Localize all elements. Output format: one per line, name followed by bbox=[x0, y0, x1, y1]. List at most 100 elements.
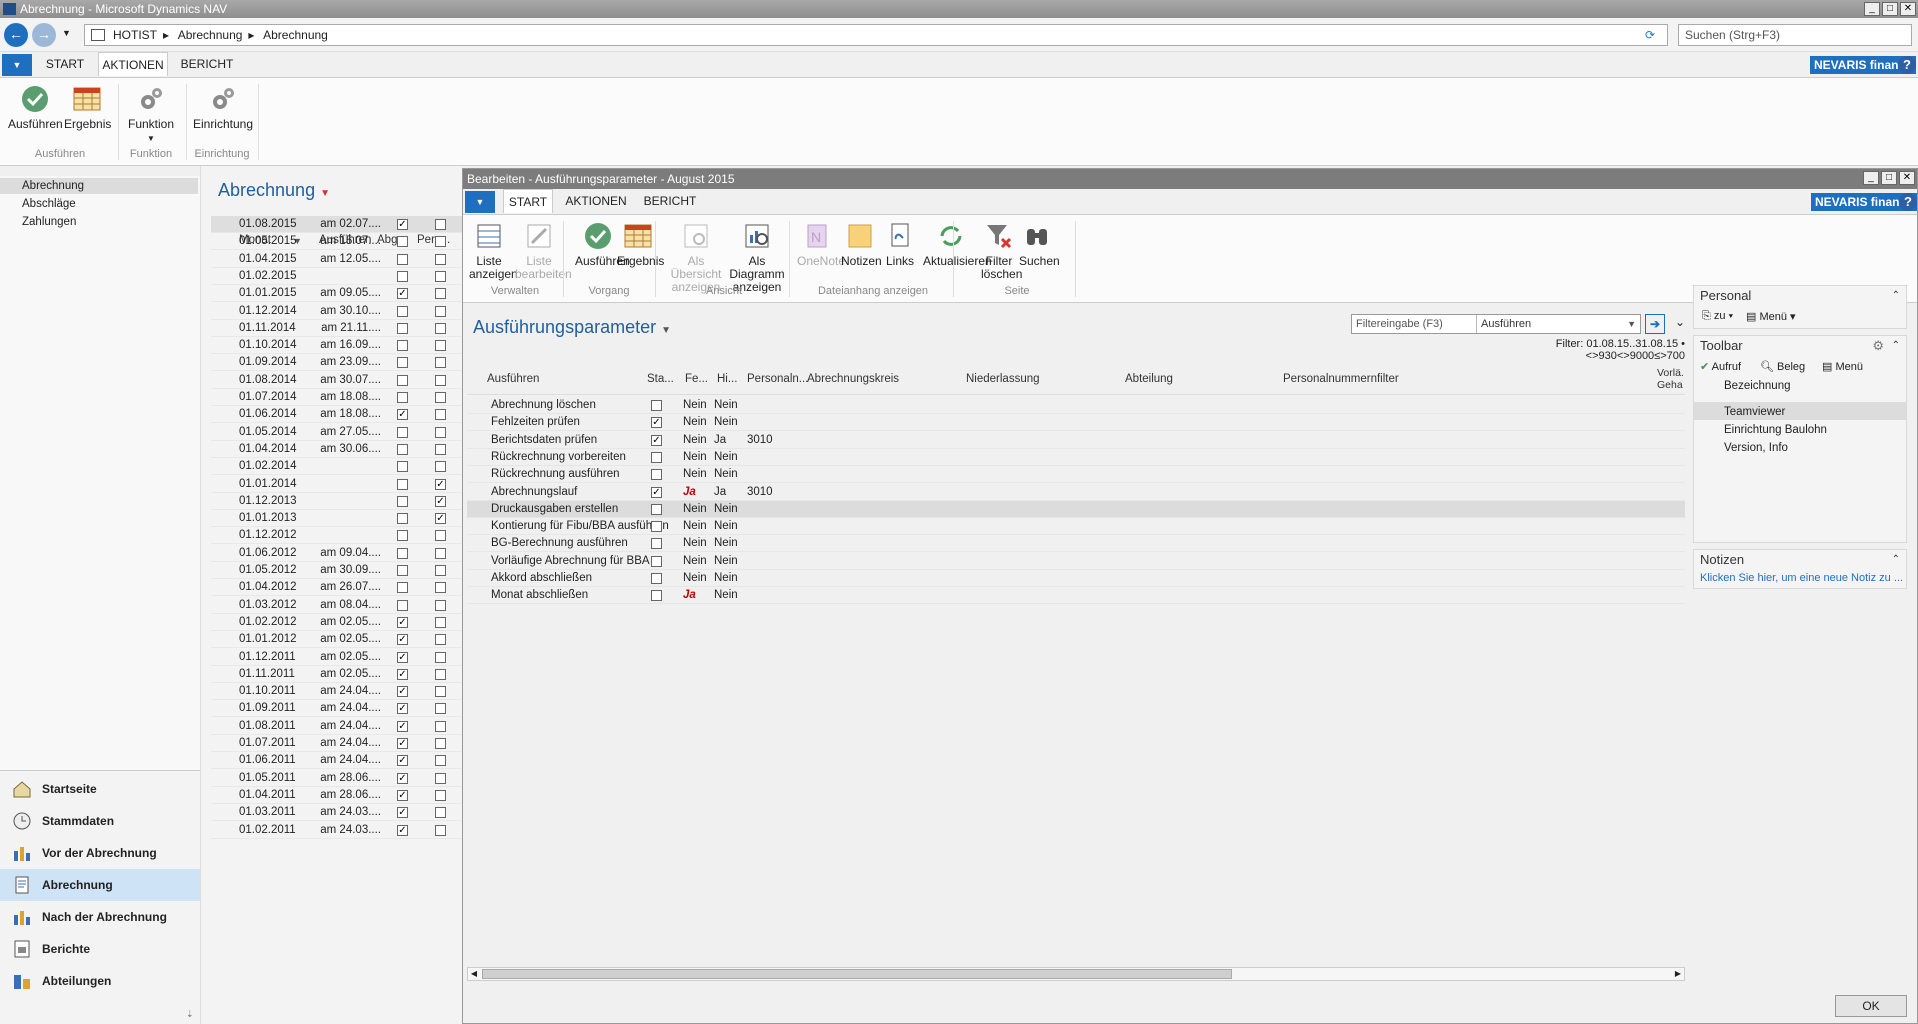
expand-nav-icon[interactable]: ⇣ bbox=[186, 1009, 194, 1020]
table-row[interactable]: 01.01.2014 ✓ bbox=[211, 476, 463, 493]
maximize-button[interactable]: □ bbox=[1881, 171, 1897, 185]
gears-icon[interactable]: ⚙ bbox=[1872, 336, 1884, 356]
column-header[interactable]: Fe... bbox=[685, 373, 708, 385]
personal-checkbox[interactable] bbox=[435, 253, 446, 265]
apply-filter-icon[interactable]: ➔ bbox=[1645, 314, 1665, 334]
table-row[interactable]: Vorläufige Abrechnung für BBA Nein Nein bbox=[467, 553, 1685, 570]
maximize-button[interactable]: □ bbox=[1882, 2, 1898, 16]
zu-button[interactable]: ⎘ zu ▾ bbox=[1702, 310, 1733, 323]
table-row[interactable]: 01.10.2014 am 16.09.... bbox=[211, 337, 463, 355]
table-row[interactable]: Rückrechnung ausführen Nein Nein bbox=[467, 466, 1685, 484]
table-row[interactable]: Abrechnung löschen Nein Nein bbox=[467, 397, 1685, 414]
abgeschlossen-checkbox[interactable]: ✓ bbox=[397, 720, 408, 732]
status-checkbox[interactable]: ✓ bbox=[651, 417, 662, 429]
aufruf-button[interactable]: ✔ Aufruf bbox=[1700, 360, 1741, 373]
table-row[interactable]: BG-Berechnung ausführen Nein Nein bbox=[467, 535, 1685, 553]
beleg-button[interactable]: 🔍︎ Beleg bbox=[1760, 360, 1805, 373]
abgeschlossen-checkbox[interactable]: ✓ bbox=[397, 668, 408, 680]
status-checkbox[interactable]: ✓ bbox=[651, 486, 662, 498]
tab-start[interactable]: START bbox=[40, 52, 90, 76]
personal-checkbox[interactable] bbox=[435, 634, 446, 646]
filter-input[interactable]: Filtereingabe (F3) Ausführen ▼ bbox=[1351, 314, 1641, 334]
status-checkbox[interactable] bbox=[651, 538, 662, 550]
table-row[interactable]: 01.08.2011 am 24.04.... ✓ bbox=[211, 718, 463, 735]
column-header[interactable]: Abteilung bbox=[1125, 373, 1173, 385]
scroll-right-icon[interactable]: ▶ bbox=[1672, 968, 1684, 980]
personal-checkbox[interactable] bbox=[435, 236, 446, 248]
collapse-filter-icon[interactable]: ⌄ bbox=[1675, 315, 1685, 329]
table-row[interactable]: Druckausgaben erstellen Nein Nein bbox=[467, 500, 1685, 518]
nav-abrechnung[interactable]: Abrechnung bbox=[0, 869, 200, 901]
search-input[interactable]: Suchen (Strg+F3) bbox=[1678, 24, 1912, 46]
table-row[interactable]: 01.08.2015 am 02.07.... ✓ bbox=[211, 216, 463, 233]
table-row[interactable]: 01.03.2012 am 08.04.... bbox=[211, 597, 463, 614]
table-row[interactable]: 01.12.2014 am 30.10.... bbox=[211, 303, 463, 320]
abgeschlossen-checkbox[interactable] bbox=[397, 582, 408, 594]
abgeschlossen-checkbox[interactable] bbox=[397, 478, 408, 490]
einrichtung-button[interactable]: Einrichtung bbox=[192, 84, 254, 131]
ergebnis-button[interactable]: Ergebnis bbox=[617, 221, 664, 268]
personal-checkbox[interactable] bbox=[435, 720, 446, 732]
abgeschlossen-checkbox[interactable]: ✓ bbox=[397, 772, 408, 784]
table-row[interactable]: 01.02.2014 bbox=[211, 458, 463, 476]
abgeschlossen-checkbox[interactable] bbox=[397, 340, 408, 352]
onenote-button[interactable]: N OneNote bbox=[797, 221, 845, 268]
back-icon[interactable]: ← bbox=[4, 23, 28, 47]
personal-checkbox[interactable] bbox=[435, 668, 446, 680]
status-checkbox[interactable]: ✓ bbox=[651, 434, 662, 446]
close-button[interactable]: ✕ bbox=[1900, 2, 1916, 16]
personal-checkbox[interactable] bbox=[435, 547, 446, 559]
column-header[interactable]: Hi... bbox=[717, 373, 737, 385]
personal-checkbox[interactable] bbox=[435, 616, 446, 628]
personal-checkbox[interactable] bbox=[435, 443, 446, 455]
abgeschlossen-checkbox[interactable] bbox=[397, 236, 408, 248]
abgeschlossen-checkbox[interactable]: ✓ bbox=[397, 686, 408, 698]
help-icon[interactable]: ? bbox=[1898, 56, 1916, 74]
table-row[interactable]: Monat abschließen Ja Nein bbox=[467, 587, 1685, 605]
scroll-thumb[interactable] bbox=[482, 969, 1232, 979]
table-row[interactable]: 01.12.2012 bbox=[211, 527, 463, 545]
ergebnis-button[interactable]: Ergebnis bbox=[64, 84, 111, 131]
funktion-button[interactable]: Funktion ▼ bbox=[126, 84, 176, 145]
tab-aktionen[interactable]: AKTIONEN bbox=[98, 52, 168, 76]
breadcrumb-item[interactable]: HOTIST bbox=[113, 28, 157, 42]
table-row[interactable]: Berichtsdaten prüfen ✓ Nein Ja 3010 bbox=[467, 432, 1685, 449]
refresh-icon[interactable]: ⟳ bbox=[1645, 25, 1655, 45]
abgeschlossen-checkbox[interactable] bbox=[397, 322, 408, 334]
personal-checkbox[interactable] bbox=[435, 686, 446, 698]
personal-checkbox[interactable] bbox=[435, 599, 446, 611]
personal-checkbox[interactable]: ✓ bbox=[435, 478, 446, 490]
table-row[interactable]: 01.06.2012 am 09.04.... bbox=[211, 545, 463, 562]
table-row[interactable]: 01.02.2011 am 24.03.... ✓ bbox=[211, 822, 463, 839]
abgeschlossen-checkbox[interactable] bbox=[397, 547, 408, 559]
table-row[interactable]: 01.12.2011 am 02.05.... ✓ bbox=[211, 649, 463, 666]
table-row[interactable]: 01.04.2012 am 26.07.... bbox=[211, 579, 463, 597]
personal-checkbox[interactable] bbox=[435, 582, 446, 594]
breadcrumb[interactable]: HOTIST ▸ Abrechnung ▸ Abrechnung ⟳ bbox=[84, 24, 1668, 46]
status-checkbox[interactable] bbox=[651, 521, 662, 533]
personal-checkbox[interactable] bbox=[435, 357, 446, 369]
status-checkbox[interactable] bbox=[651, 400, 662, 411]
close-button[interactable]: ✕ bbox=[1899, 171, 1915, 185]
personal-checkbox[interactable] bbox=[435, 392, 446, 403]
personal-checkbox[interactable] bbox=[435, 772, 446, 784]
status-checkbox[interactable] bbox=[651, 451, 662, 463]
notizen-button[interactable]: Notizen bbox=[841, 221, 882, 268]
nav-item-abrechnung[interactable]: Abrechnung bbox=[0, 178, 198, 194]
minimize-button[interactable]: _ bbox=[1864, 2, 1880, 16]
abgeschlossen-checkbox[interactable] bbox=[397, 357, 408, 369]
table-row[interactable]: 01.04.2015 am 12.05.... bbox=[211, 251, 463, 268]
abgeschlossen-checkbox[interactable] bbox=[397, 374, 408, 386]
table-row[interactable]: 01.04.2011 am 28.06.... ✓ bbox=[211, 787, 463, 804]
als-uebersicht-button[interactable]: Als Übersicht anzeigen bbox=[667, 221, 725, 294]
personal-checkbox[interactable] bbox=[435, 288, 446, 300]
collapse-icon[interactable]: ⌃ bbox=[1892, 550, 1900, 570]
breadcrumb-item[interactable]: Abrechnung bbox=[263, 28, 328, 42]
table-row[interactable]: 01.07.2014 am 18.08.... bbox=[211, 389, 463, 406]
abgeschlossen-checkbox[interactable]: ✓ bbox=[397, 219, 408, 230]
abgeschlossen-checkbox[interactable]: ✓ bbox=[397, 789, 408, 801]
personal-checkbox[interactable] bbox=[435, 738, 446, 749]
column-header[interactable]: Sta... bbox=[647, 373, 674, 385]
toolbar-item[interactable]: Teamviewer bbox=[1724, 406, 1785, 418]
table-row[interactable]: 01.11.2014 am 21.11.... bbox=[211, 320, 463, 337]
